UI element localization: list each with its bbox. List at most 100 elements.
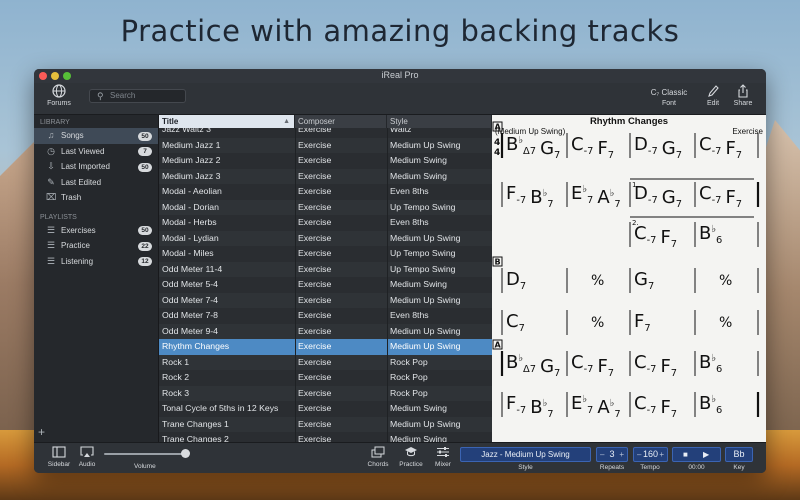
search-icon: ⚲ <box>97 91 104 101</box>
table-row[interactable]: Odd Meter 11-4 Exercise Up Tempo Swing <box>159 261 492 277</box>
mixer-sliders-icon <box>431 446 455 461</box>
edit-button[interactable]: Edit <box>702 84 724 107</box>
count-badge: 22 <box>138 241 152 251</box>
table-row[interactable]: Medium Jazz 1 Exercise Medium Up Swing <box>159 137 492 153</box>
sidebar-item-trash[interactable]: ⌧ Trash <box>34 190 158 206</box>
style-label: Style <box>518 464 533 471</box>
sidebar-item-listening[interactable]: ☰ Listening 12 <box>34 254 158 270</box>
tempo-decrement[interactable]: – <box>637 448 641 461</box>
title-cell: Medium Jazz 2 <box>162 155 221 165</box>
title-cell: Modal - Herbs <box>162 217 217 227</box>
composer-cell: Exercise <box>298 418 332 429</box>
chord-symbol: C-7 F7 <box>699 134 742 161</box>
table-row[interactable]: Rock 2 Exercise Rock Pop <box>159 370 492 386</box>
table-row[interactable]: Medium Jazz 3 Exercise Medium Swing <box>159 168 492 184</box>
practice-button[interactable]: Practice <box>396 446 426 468</box>
add-playlist-button[interactable]: + <box>38 425 45 439</box>
chord-symbol: E♭7 A♭7 <box>571 393 621 420</box>
sidebar-item-practice[interactable]: ☰ Practice 22 <box>34 238 158 254</box>
repeats-increment[interactable]: + <box>619 448 624 461</box>
composer-cell: Exercise <box>298 279 332 289</box>
table-row[interactable]: Tonal Cycle of 5ths in 12 Keys Exercise Me… <box>159 401 492 417</box>
chords-button[interactable]: Chords <box>365 446 391 468</box>
sort-ascending-icon: ▲ <box>283 118 290 125</box>
table-row[interactable]: Modal - Lydian Exercise Medium Up Swing <box>159 230 492 246</box>
table-row[interactable]: Odd Meter 7-4 Exercise Medium Up Swing <box>159 292 492 308</box>
list-icon: ☰ <box>46 240 56 250</box>
library-header: LIBRARY <box>40 119 70 126</box>
sidebar-item-label: Listening <box>61 256 94 266</box>
table-row[interactable]: Rhythm Changes Exercise Medium Up Swing <box>159 339 492 355</box>
audio-button[interactable]: Audio <box>76 446 98 468</box>
table-row[interactable]: Trane Changes 1 Exercise Medium Up Swing <box>159 416 492 432</box>
sidebar-item-last-edited[interactable]: ✎ Last Edited <box>34 175 158 191</box>
chord-symbol: C-7 F7 <box>571 134 614 161</box>
graduation-cap-icon <box>396 446 426 461</box>
sidebar-item-songs[interactable]: ♫ Songs 50 <box>34 128 158 144</box>
sidebar-item-last-imported[interactable]: ⇩ Last Imported 50 <box>34 159 158 175</box>
sidebar-item-exercises[interactable]: ☰ Exercises 50 <box>34 223 158 239</box>
chord-symbol: F-7 B♭7 <box>506 183 554 210</box>
column-header-composer[interactable]: Composer <box>295 115 387 128</box>
composer-cell: Exercise <box>298 310 332 320</box>
composer-cell: Exercise <box>298 248 332 258</box>
chord-symbol: F-7 B♭7 <box>506 393 554 420</box>
title-cell: Odd Meter 7-4 <box>162 294 219 305</box>
style-cell: Even 8ths <box>390 217 429 227</box>
column-header-composer-label: Composer <box>298 117 335 126</box>
table-row[interactable]: Modal - Miles Exercise Up Tempo Swing <box>159 246 492 262</box>
title-cell: Modal - Miles <box>162 248 214 258</box>
sidebar-item-last-viewed[interactable]: ◷ Last Viewed 7 <box>34 144 158 160</box>
table-row[interactable]: Trane Changes 2 Exercise Medium Swing <box>159 432 492 442</box>
sidebar: LIBRARY ♫ Songs 50 ◷ Last Viewed 7 ⇩ Last Impor… <box>34 115 159 442</box>
tempo-stepper[interactable]: – 160 + <box>633 447 668 462</box>
count-badge: 50 <box>138 162 152 172</box>
repeats-decrement[interactable]: – <box>600 448 604 461</box>
second-ending-label: 2. <box>632 219 639 227</box>
marketing-headline: Practice with amazing backing tracks <box>120 14 680 48</box>
chord-chart[interactable]: Rhythm Changes (Medium Up Swing) Exercis… <box>492 115 766 442</box>
style-cell: Medium Up Swing <box>390 341 461 351</box>
mixer-label: Mixer <box>435 461 451 468</box>
section-marker-A: A <box>495 123 502 132</box>
table-row[interactable]: Modal - Aeolian Exercise Even 8ths <box>159 184 492 200</box>
repeats-stepper[interactable]: – 3 + <box>596 447 628 462</box>
table-row[interactable]: Rock 3 Exercise Rock Pop <box>159 385 492 401</box>
composer-cell: Exercise <box>298 139 332 150</box>
chord-symbol: C-7 F7 <box>699 183 742 210</box>
forums-button[interactable]: Forums <box>44 84 74 107</box>
column-header-title[interactable]: Title ▲ <box>159 115 295 128</box>
volume-slider-knob[interactable] <box>180 449 190 458</box>
share-label: Share <box>733 100 753 107</box>
chord-symbol: F7 <box>634 311 651 334</box>
table-row[interactable]: Odd Meter 7-8 Exercise Even 8ths <box>159 308 492 324</box>
style-selector[interactable]: Jazz - Medium Up Swing <box>460 447 591 462</box>
style-cell: Up Tempo Swing <box>390 248 456 258</box>
window-title: iReal Pro <box>381 70 419 80</box>
font-button[interactable]: C₇ Classic Font <box>646 86 692 107</box>
chord-symbol: B♭6 <box>699 223 722 246</box>
sidebar-item-label: Last Viewed <box>61 146 105 156</box>
table-row[interactable]: Modal - Herbs Exercise Even 8ths <box>159 215 492 231</box>
volume-slider-track[interactable] <box>104 453 189 455</box>
tempo-increment[interactable]: + <box>659 448 664 461</box>
title-cell: Rock 3 <box>162 387 190 398</box>
key-selector[interactable]: Bb <box>725 447 753 462</box>
table-row[interactable]: Medium Jazz 2 Exercise Medium Swing <box>159 153 492 169</box>
style-cell: Medium Up Swing <box>390 139 461 150</box>
table-row[interactable]: Odd Meter 9-4 Exercise Medium Up Swing <box>159 323 492 339</box>
table-row[interactable]: Rock 1 Exercise Rock Pop <box>159 354 492 370</box>
sidebar-toggle-button[interactable]: Sidebar <box>46 446 72 468</box>
style-cell: Medium Swing <box>390 434 447 442</box>
table-row[interactable]: Modal - Dorian Exercise Up Tempo Swing <box>159 199 492 215</box>
stop-button[interactable]: ■ <box>683 448 688 461</box>
play-button[interactable]: ▶ <box>703 448 709 461</box>
share-button[interactable]: Share <box>731 84 755 107</box>
mixer-button[interactable]: Mixer <box>431 446 455 468</box>
song-table: Jazz Waltz 3 Exercise Waltz Medium Jazz 1 Ex… <box>159 115 492 442</box>
column-header-style[interactable]: Style <box>387 115 492 128</box>
table-row[interactable]: Odd Meter 5-4 Exercise Medium Swing <box>159 277 492 293</box>
composer-cell: Exercise <box>298 356 332 367</box>
search-input[interactable]: ⚲ Search <box>89 89 186 103</box>
title-cell: Tonal Cycle of 5ths in 12 Keys <box>162 403 279 413</box>
